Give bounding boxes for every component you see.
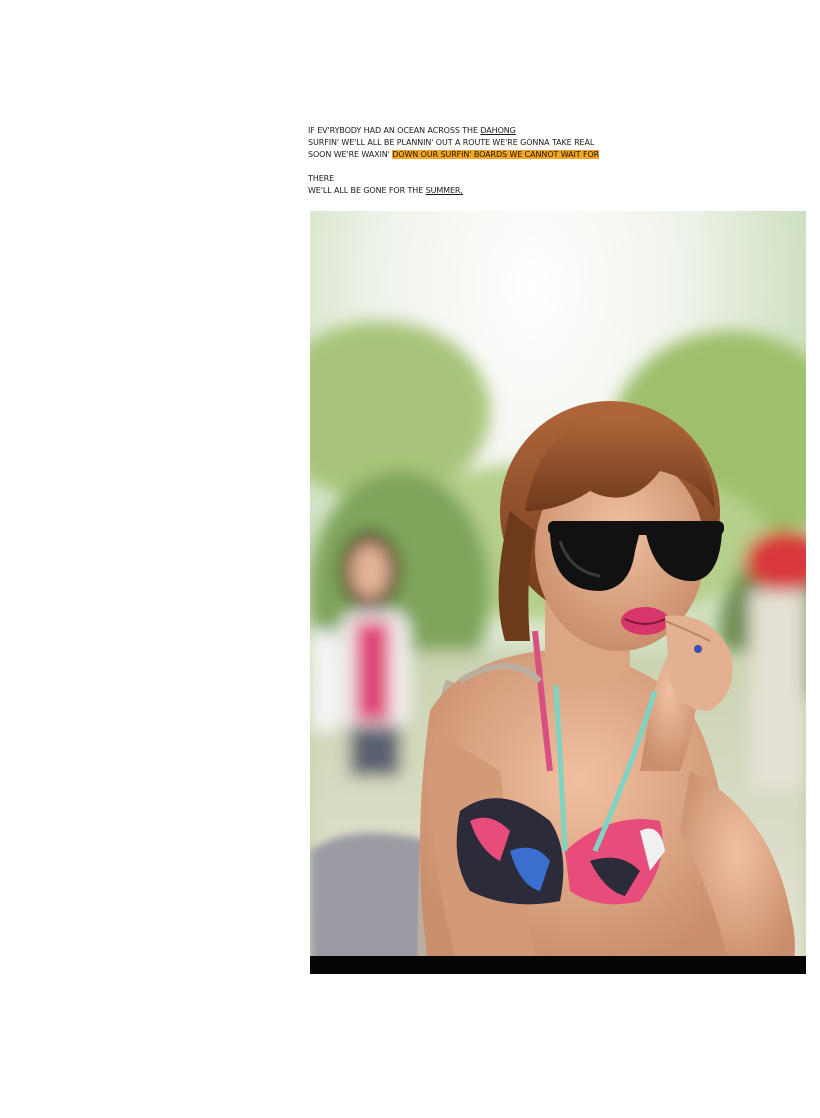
lyrics-line-1-text: IF EV'RYBODY HAD AN OCEAN ACROSS THE: [308, 126, 481, 135]
dahong-link[interactable]: DAHONG: [480, 126, 515, 135]
lyrics-line-3-text: SOON WE'RE WAXIN': [308, 150, 393, 159]
lyrics-line-5-text: WE'LL ALL BE GONE FOR THE: [308, 186, 426, 195]
lyrics-line-3: SOON WE'RE WAXIN' DOWN OUR SURFIN' BOARD…: [308, 149, 808, 161]
photo-illustration: [310, 211, 806, 974]
summer-link[interactable]: SUMMER,: [426, 186, 463, 195]
lyrics-line-2: SURFIN' WE'LL ALL BE PLANNIN' OUT A ROUT…: [308, 138, 595, 147]
lyrics-line-4: THERE: [308, 174, 335, 183]
lyrics-line-5: WE'LL ALL BE GONE FOR THE SUMMER,: [308, 185, 808, 197]
highlighted-text: DOWN OUR SURFIN' BOARDS WE CANNOT WAIT F…: [392, 150, 600, 159]
page: IF EV'RYBODY HAD AN OCEAN ACROSS THE DAH…: [0, 0, 820, 1118]
lyrics-line-1: IF EV'RYBODY HAD AN OCEAN ACROSS THE DAH…: [308, 125, 808, 137]
model-photo: [310, 211, 806, 974]
lyrics-text-block: IF EV'RYBODY HAD AN OCEAN ACROSS THE DAH…: [308, 125, 808, 197]
